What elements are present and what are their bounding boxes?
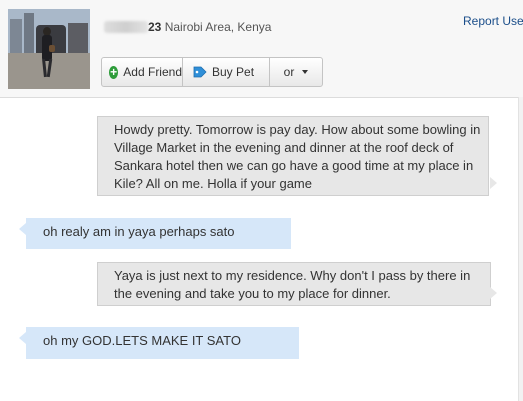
avatar-building: [68, 23, 88, 53]
profile-action-buttons: + Add Friend Buy Pet or: [101, 57, 323, 87]
profile-name-number: 23: [148, 20, 162, 34]
message-tail: [19, 332, 26, 344]
profile-name-line: 23 Nairobi Area, Kenya: [104, 20, 271, 34]
caret-down-icon: [302, 70, 309, 74]
avatar-person-bag: [49, 45, 55, 52]
more-options-dropdown[interactable]: or: [270, 58, 322, 86]
message-tail: [490, 177, 497, 189]
avatar-building: [24, 13, 34, 53]
message-text: Howdy pretty. Tomorrow is pay day. How a…: [114, 122, 481, 191]
plus-circle-icon: +: [109, 64, 119, 79]
message-received: oh realy am in yaya perhaps sato: [19, 218, 291, 249]
profile-location: Nairobi Area, Kenya: [164, 20, 272, 34]
message-text: oh realy am in yaya perhaps sato: [43, 224, 235, 239]
add-friend-label: Add Friend: [123, 65, 182, 79]
buy-pet-button[interactable]: Buy Pet: [183, 58, 270, 86]
report-user-link[interactable]: Report Use: [463, 14, 523, 28]
message-text: Yaya is just next to my residence. Why d…: [114, 268, 471, 301]
scrollbar-track[interactable]: [518, 97, 523, 401]
message-sent: Howdy pretty. Tomorrow is pay day. How a…: [97, 116, 497, 196]
price-tag-icon: [193, 66, 207, 78]
message-text: oh my GOD.LETS MAKE IT SATO: [43, 333, 241, 348]
redacted-name: [104, 21, 148, 33]
buy-pet-label: Buy Pet: [212, 65, 255, 79]
message-tail: [19, 223, 26, 235]
more-options-label: or: [283, 65, 295, 79]
message-received: oh my GOD.LETS MAKE IT SATO: [19, 327, 299, 359]
avatar-building: [10, 19, 22, 53]
message-sent: Yaya is just next to my residence. Why d…: [97, 262, 497, 306]
message-tail: [490, 287, 497, 299]
profile-header: 23 Nairobi Area, Kenya Report Use + Add …: [0, 0, 523, 98]
profile-avatar[interactable]: [8, 9, 90, 89]
add-friend-button[interactable]: + Add Friend: [102, 58, 183, 86]
